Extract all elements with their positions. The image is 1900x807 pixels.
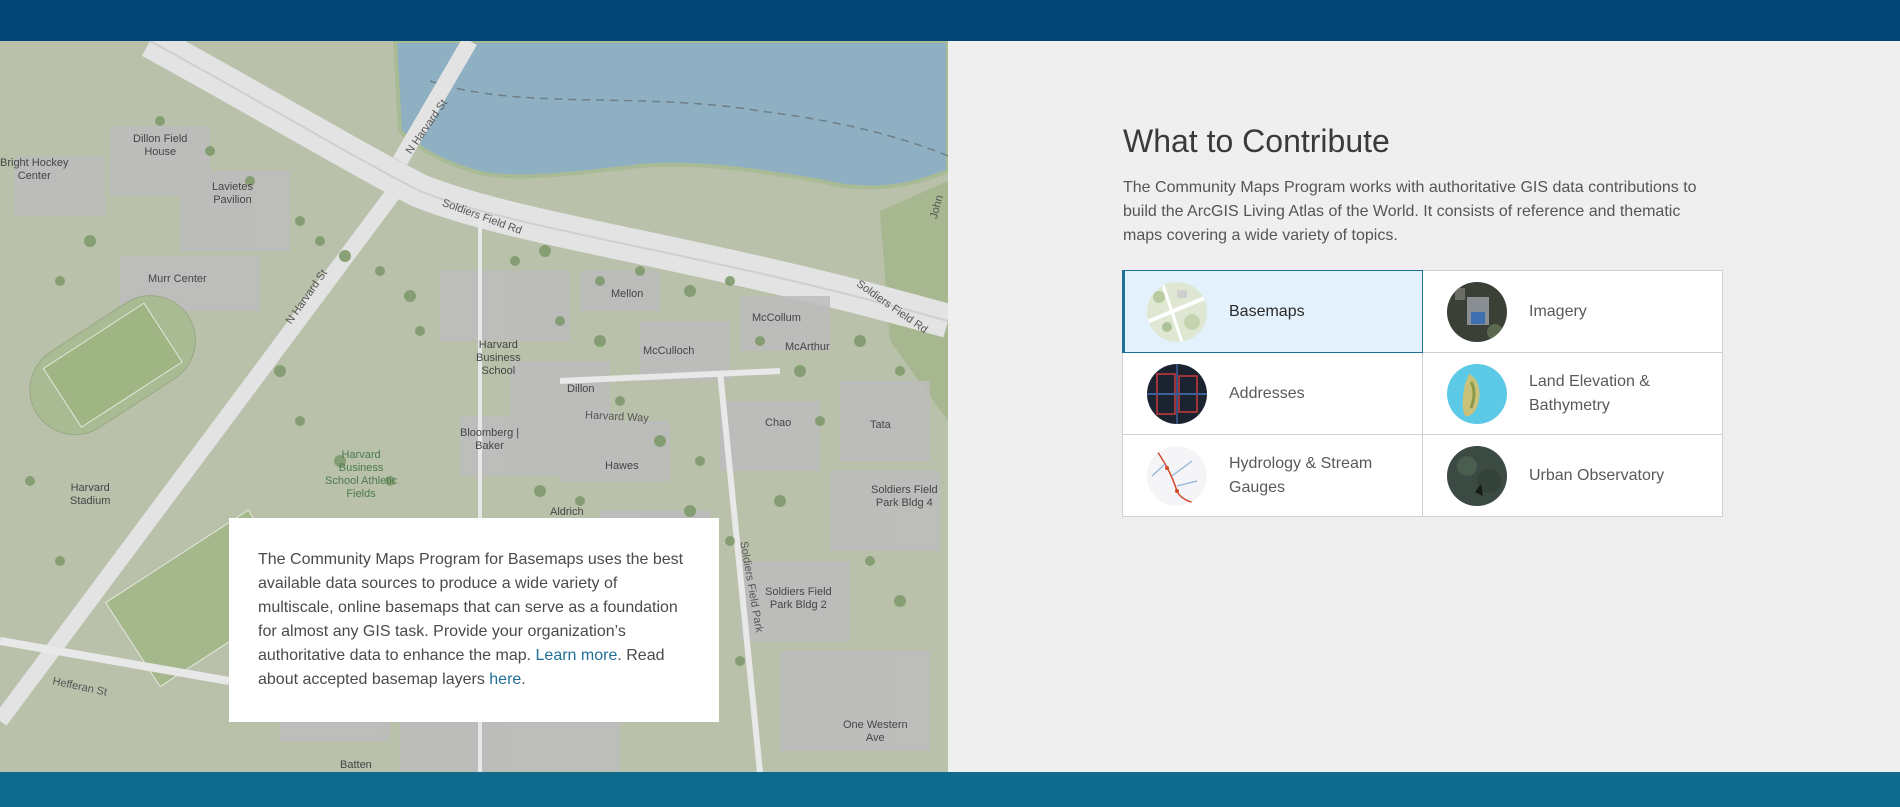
- what-to-contribute-section: What to Contribute The Community Maps Pr…: [948, 41, 1900, 772]
- urban-thumbnail-icon: [1447, 445, 1507, 506]
- basemaps-info-text: The Community Maps Program for Basemaps …: [258, 551, 684, 688]
- map-label-batten: Batten: [340, 759, 372, 771]
- basemaps-info-card: The Community Maps Program for Basemaps …: [229, 518, 719, 722]
- map-label-bloomberg-baker: Bloomberg | Baker: [460, 427, 520, 452]
- map-label-mcculloch: McCulloch: [643, 345, 695, 357]
- learn-more-link[interactable]: Learn more: [536, 647, 618, 664]
- map-label-dillon: Dillon: [567, 383, 595, 395]
- contribution-category-grid: Basemaps Imagery Addresses Land Elevatio…: [1122, 270, 1723, 517]
- map-label-harvard-business-school: Harvard Business School: [476, 339, 521, 377]
- tile-imagery[interactable]: Imagery: [1422, 270, 1723, 353]
- tile-urban-observatory-label: Urban Observatory: [1529, 466, 1665, 484]
- basemap-preview-map: Dillon Field House Bright Hockey Center La…: [0, 41, 948, 772]
- map-label-one-western-ave: One Western Ave: [843, 719, 908, 744]
- map-label-murr-center: Murr Center: [148, 273, 207, 285]
- tile-land-elevation-bathymetry[interactable]: Land Elevation & Bathymetry: [1422, 352, 1723, 435]
- bottom-footer-bar: [0, 772, 1900, 807]
- basemap-layers-here-link[interactable]: here: [489, 671, 521, 688]
- map-label-soldiers-field-park-bldg-4: Soldiers Field Park Bldg 4: [871, 484, 938, 509]
- basemap-thumbnail-icon: [1147, 281, 1207, 342]
- imagery-thumbnail-icon: [1447, 281, 1507, 342]
- map-label-lavietes-pavilion: Lavietes Pavilion: [212, 181, 253, 206]
- tile-addresses[interactable]: Addresses: [1122, 352, 1423, 435]
- map-label-mccollum: McCollum: [752, 312, 801, 324]
- elevation-thumbnail-icon: [1447, 363, 1507, 424]
- map-label-mcarthur: McArthur: [785, 341, 830, 353]
- tile-imagery-label: Imagery: [1529, 302, 1587, 320]
- tile-basemaps[interactable]: Basemaps: [1122, 270, 1423, 353]
- map-label-chao: Chao: [765, 417, 792, 429]
- hydrology-thumbnail-icon: [1147, 445, 1207, 506]
- map-label-bright-hockey-center: Bright Hockey Center: [0, 157, 69, 182]
- section-description: The Community Maps Program works with au…: [1123, 179, 1697, 244]
- section-title: What to Contribute: [1123, 123, 1390, 159]
- map-label-soldiers-field-park-bldg-2: Soldiers Field Park Bldg 2: [765, 586, 832, 611]
- tile-hydrology-stream-gauges[interactable]: Hydrology & Stream Gauges: [1122, 434, 1423, 517]
- tile-addresses-label: Addresses: [1229, 384, 1305, 402]
- map-label-hawes: Hawes: [605, 460, 639, 472]
- tile-basemaps-label: Basemaps: [1229, 302, 1305, 320]
- tile-land-elevation-bathymetry-label: Land Elevation & Bathymetry: [1529, 372, 1650, 414]
- map-label-hbs-athletic-fields: Harvard Business School Athletic Fields: [325, 449, 398, 500]
- tile-urban-observatory[interactable]: Urban Observatory: [1422, 434, 1723, 517]
- map-label-dillon-field-house: Dillon Field House: [133, 133, 188, 158]
- map-label-mellon: Mellon: [611, 288, 644, 300]
- top-header-bar: [0, 0, 1900, 41]
- tile-hydrology-stream-gauges-label: Hydrology & Stream Gauges: [1229, 454, 1373, 496]
- map-label-tata: Tata: [870, 419, 891, 431]
- map-label-harvard-stadium: Harvard Stadium: [70, 482, 111, 507]
- addresses-thumbnail-icon: [1147, 363, 1207, 424]
